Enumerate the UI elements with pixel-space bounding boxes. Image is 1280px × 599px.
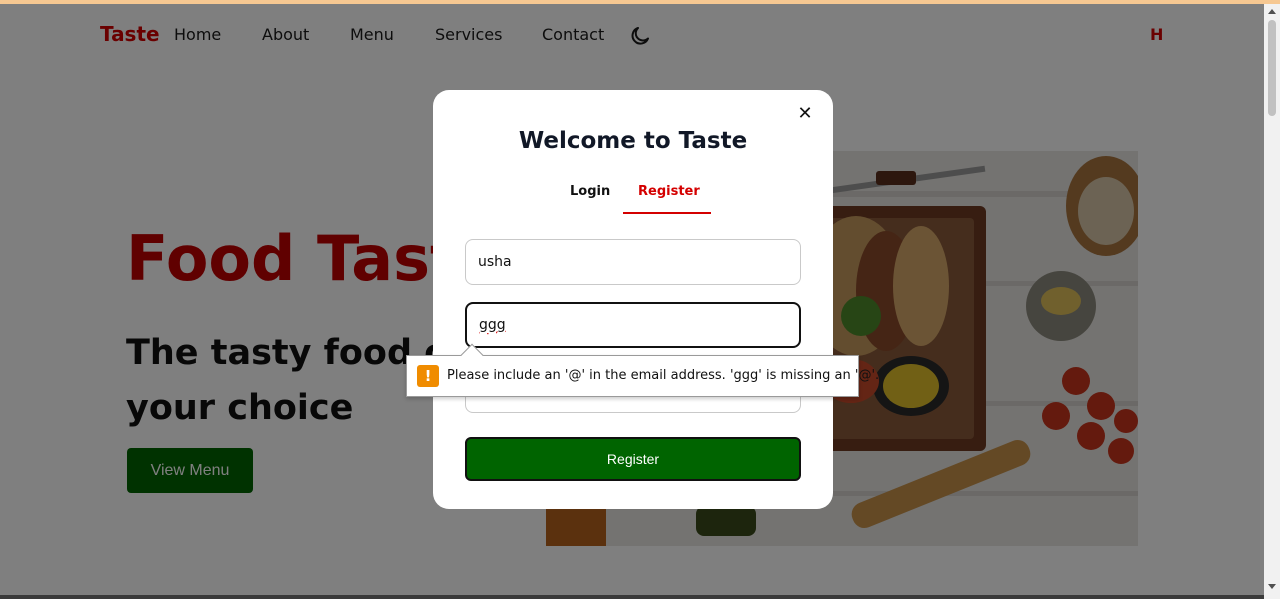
register-button[interactable]: Register bbox=[465, 437, 801, 481]
validation-tooltip: ! Please include an '@' in the email add… bbox=[406, 343, 879, 397]
email-field-value: ggg bbox=[479, 317, 506, 333]
tab-login[interactable]: Login bbox=[570, 184, 610, 199]
name-field[interactable]: usha bbox=[465, 239, 801, 285]
vertical-scrollbar[interactable] bbox=[1264, 4, 1280, 599]
email-field[interactable]: ggg bbox=[465, 302, 801, 348]
name-field-value: usha bbox=[478, 254, 512, 270]
bottom-bar bbox=[0, 595, 1264, 599]
scroll-down-icon[interactable] bbox=[1268, 584, 1276, 589]
close-icon[interactable]: ✕ bbox=[797, 105, 813, 123]
warning-icon: ! bbox=[417, 365, 439, 387]
scroll-up-icon[interactable] bbox=[1268, 9, 1276, 14]
scroll-thumb[interactable] bbox=[1268, 20, 1276, 116]
modal-title: Welcome to Taste bbox=[518, 128, 748, 154]
page: Taste Home About Menu Services Contact H… bbox=[0, 4, 1264, 599]
active-tab-indicator bbox=[623, 212, 711, 214]
tab-register[interactable]: Register bbox=[638, 184, 700, 199]
auth-modal: ✕ Welcome to Taste Login Register usha g… bbox=[433, 90, 833, 509]
validation-message: Please include an '@' in the email addre… bbox=[447, 368, 880, 383]
